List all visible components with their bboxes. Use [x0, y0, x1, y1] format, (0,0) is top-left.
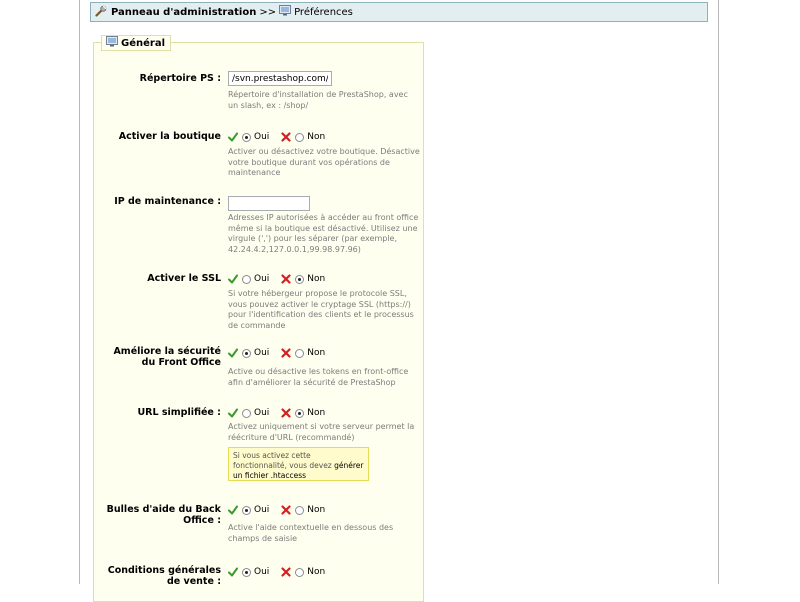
breadcrumb-admin-link[interactable]: Panneau d'administration	[111, 7, 256, 18]
shop-enable-radios: Oui Non	[228, 131, 331, 143]
conditions-no-radio[interactable]	[295, 567, 305, 577]
monitor-icon	[106, 36, 118, 50]
help-boxes-yes-radio[interactable]	[242, 505, 251, 515]
shop-enable-yes-label[interactable]: Oui	[254, 132, 269, 142]
ps-dir-label: Répertoire PS :	[139, 73, 221, 84]
token-radios: Oui Non	[228, 347, 331, 359]
ssl-no-label[interactable]: Non	[307, 274, 325, 284]
ssl-yes-radio[interactable]	[242, 274, 251, 284]
breadcrumb-separator: >>	[259, 6, 277, 18]
conditions-yes-radio[interactable]	[242, 567, 251, 577]
help-boxes-yes-label[interactable]: Oui	[254, 505, 269, 515]
help-boxes-no-label[interactable]: Non	[307, 505, 325, 515]
check-icon	[228, 274, 238, 284]
wrench-icon	[95, 5, 107, 20]
htaccess-warning-text: Si vous activez cette fonctionnalité, vo…	[233, 451, 332, 470]
help-boxes-radios: Oui Non	[228, 504, 331, 516]
rewrite-no-radio[interactable]	[295, 408, 305, 418]
token-label: Améliore la sécurité du Front Office	[113, 346, 221, 368]
check-icon	[228, 348, 238, 358]
rewrite-yes-label[interactable]: Oui	[254, 408, 269, 418]
token-yes-label[interactable]: Oui	[254, 348, 269, 358]
cross-icon	[281, 567, 291, 577]
cross-icon	[281, 505, 291, 515]
ssl-radios: Oui Non	[228, 273, 331, 285]
cross-icon	[281, 132, 291, 142]
help-boxes-label: Bulles d'aide du Back Office :	[106, 504, 221, 526]
token-hint: Active ou désactive les tokens en front-…	[228, 367, 409, 387]
ssl-label: Activer le SSL	[147, 273, 221, 284]
fieldset-legend: Général	[101, 35, 171, 51]
shop-enable-yes-radio[interactable]	[242, 132, 251, 142]
maintenance-ip-input[interactable]	[228, 196, 310, 211]
token-no-radio[interactable]	[295, 348, 305, 358]
token-no-label[interactable]: Non	[307, 348, 325, 358]
check-icon	[228, 132, 238, 142]
help-boxes-no-radio[interactable]	[295, 505, 305, 515]
page-border-left	[79, 0, 80, 584]
legend-label: Général	[121, 37, 165, 49]
help-boxes-hint: Active l'aide contextuelle en dessous de…	[228, 523, 394, 543]
rewrite-label: URL simplifiée :	[137, 407, 221, 418]
monitor-icon	[279, 5, 291, 19]
page-border-right	[718, 0, 719, 584]
ssl-yes-label[interactable]: Oui	[254, 274, 269, 284]
maintenance-ip-label: IP de maintenance :	[114, 196, 221, 207]
cross-icon	[281, 408, 291, 418]
conditions-yes-label[interactable]: Oui	[254, 567, 269, 577]
ssl-no-radio[interactable]	[295, 274, 305, 284]
shop-enable-no-radio[interactable]	[295, 132, 305, 142]
rewrite-hint: Activez uniquement si votre serveur perm…	[228, 422, 415, 442]
ssl-hint: Si votre hébergeur propose le protocole …	[228, 289, 414, 330]
cross-icon	[281, 274, 291, 284]
cross-icon	[281, 348, 291, 358]
ps-dir-input[interactable]	[228, 71, 332, 86]
rewrite-radios: Oui Non	[228, 407, 331, 419]
breadcrumb: Panneau d'administration >> Préférences	[90, 2, 708, 22]
check-icon	[228, 505, 238, 515]
conditions-no-label[interactable]: Non	[307, 567, 325, 577]
token-yes-radio[interactable]	[242, 348, 251, 358]
check-icon	[228, 567, 238, 577]
shop-enable-hint: Activer ou désactivez votre boutique. Dé…	[228, 147, 420, 177]
maintenance-ip-hint: Adresses IP autorisées à accéder au fron…	[228, 213, 419, 254]
rewrite-yes-radio[interactable]	[242, 408, 251, 418]
shop-enable-no-label[interactable]: Non	[307, 132, 325, 142]
check-icon	[228, 408, 238, 418]
shop-enable-label: Activer la boutique	[118, 131, 221, 142]
conditions-radios: Oui Non	[228, 566, 331, 578]
breadcrumb-current: Préférences	[294, 6, 353, 18]
rewrite-no-label[interactable]: Non	[307, 408, 325, 418]
htaccess-warning: Si vous activez cette fonctionnalité, vo…	[228, 447, 369, 481]
ps-dir-hint: Répertoire d'installation de PrestaShop,…	[228, 90, 408, 110]
